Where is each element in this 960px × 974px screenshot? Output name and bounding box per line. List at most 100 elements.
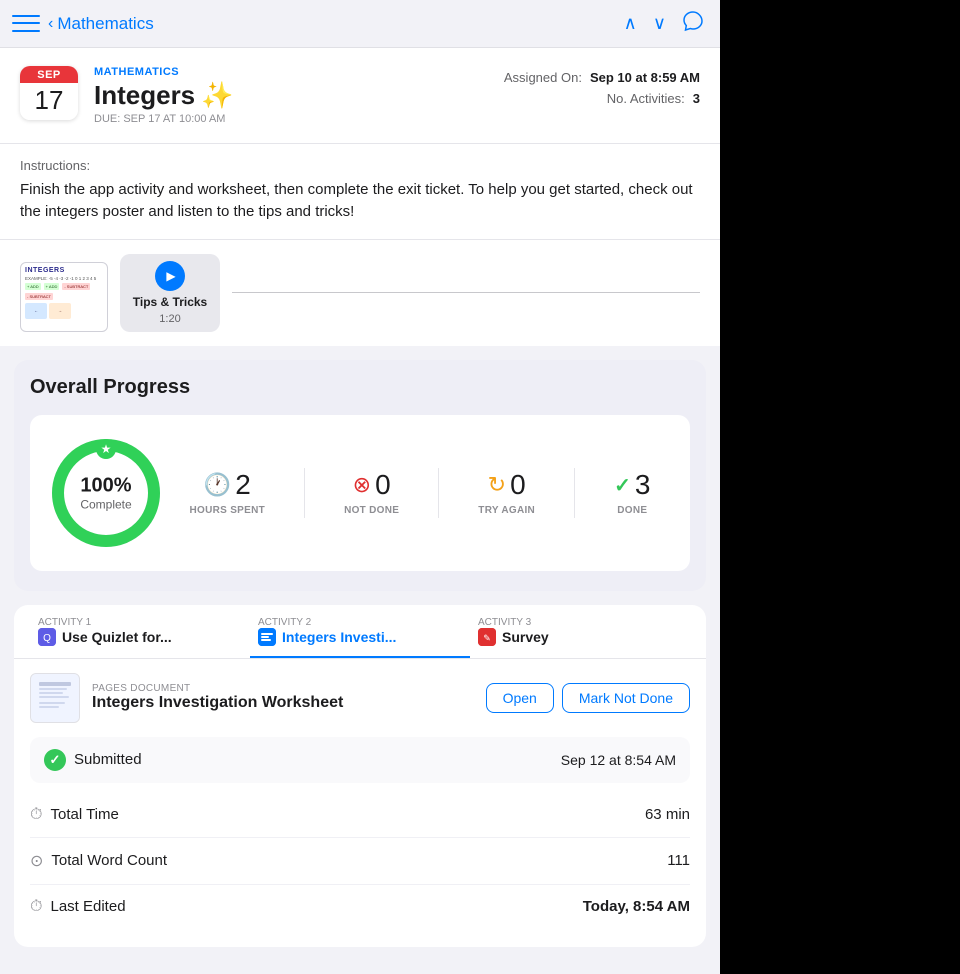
stat-divider-3	[574, 468, 575, 518]
activity-3-header: ✎ Survey	[478, 628, 549, 646]
progress-title: Overall Progress	[30, 376, 690, 399]
activity-2-icon	[258, 628, 276, 646]
activity-3-icon: ✎	[478, 628, 496, 646]
done-top: ✓ 3	[614, 469, 650, 501]
back-button[interactable]: ‹ Mathematics	[48, 14, 154, 34]
sidebar-toggle-button[interactable]	[12, 13, 40, 35]
open-button[interactable]: Open	[486, 683, 554, 713]
time-icon: ⏱	[30, 806, 42, 824]
play-button[interactable]: ▶	[155, 261, 185, 291]
activities-count-row: No. Activities: 3	[504, 91, 700, 106]
stats-row: 🕐 2 HOURS SPENT ⊗ 0 NOT DONE ↻	[166, 468, 674, 518]
nav-left: ‹ Mathematics	[12, 13, 154, 35]
activity-detail: PAGES DOCUMENT Integers Investigation Wo…	[14, 659, 706, 947]
done-icon: ✓	[614, 473, 631, 498]
document-row: PAGES DOCUMENT Integers Investigation Wo…	[30, 673, 690, 723]
try-again-icon: ↻	[488, 472, 506, 498]
last-edited-value: Today, 8:54 AM	[583, 898, 690, 915]
back-label: Mathematics	[57, 14, 153, 34]
integers-poster-thumbnail[interactable]: INTEGERS EXAMPLE: -5 -4 -3 -2 -1 0 1 2 3…	[20, 262, 108, 332]
title-text: Integers	[94, 80, 195, 111]
progress-section: Overall Progress ★ 100% Complete	[14, 360, 706, 591]
activity-tabs: ACTIVITY 1 Q Use Quizlet for... ACTIVITY…	[14, 605, 706, 659]
nav-right: ∧ ∨	[624, 10, 704, 37]
done-label: DONE	[614, 505, 650, 516]
document-type: PAGES DOCUMENT	[92, 683, 474, 694]
calendar-icon: SEP 17	[20, 66, 78, 120]
activities-value: 3	[693, 91, 700, 106]
try-again-stat: ↻ 0 TRY AGAIN	[470, 469, 543, 516]
tips-tricks-video[interactable]: ▶ Tips & Tricks 1:20	[120, 254, 220, 332]
assigned-value: Sep 10 at 8:59 AM	[590, 70, 700, 85]
last-edited-row: ⏱ Last Edited Today, 8:54 AM	[30, 885, 690, 929]
subject-label: MATHEMATICS	[94, 66, 488, 78]
calendar-month: SEP	[20, 66, 78, 83]
stat-divider-2	[438, 468, 439, 518]
not-done-value: 0	[375, 469, 391, 501]
sparkle-icon: ✨	[201, 80, 233, 111]
main-panel: ‹ Mathematics ∧ ∨ SEP 17 MATHEMATICS Int…	[0, 0, 720, 974]
activity-tab-3[interactable]: ACTIVITY 3 ✎ Survey	[470, 617, 690, 658]
document-info: PAGES DOCUMENT Integers Investigation Wo…	[92, 683, 474, 712]
svg-text:Q: Q	[43, 633, 51, 644]
total-time-row: ⏱ Total Time 63 min	[30, 793, 690, 838]
back-chevron-icon: ‹	[48, 15, 53, 33]
activity-2-title: Integers Investi...	[282, 629, 396, 645]
done-value: 3	[635, 469, 651, 501]
submitted-dot: ✓	[44, 749, 66, 771]
assigned-label: Assigned On:	[504, 70, 582, 85]
document-thumbnail	[30, 673, 80, 723]
instructions-text: Finish the app activity and worksheet, t…	[20, 179, 700, 223]
submitted-date: Sep 12 at 8:54 AM	[561, 752, 676, 768]
not-done-stat: ⊗ 0 NOT DONE	[336, 469, 407, 516]
activity-1-title: Use Quizlet for...	[62, 629, 172, 645]
activity-2-num: ACTIVITY 2	[258, 617, 311, 628]
due-date: DUE: SEP 17 AT 10:00 AM	[94, 113, 488, 125]
svg-text:✎: ✎	[483, 633, 491, 643]
video-title: Tips & Tricks	[133, 295, 207, 309]
clock-icon: 🕐	[204, 472, 231, 498]
donut-percent: 100%	[80, 474, 131, 497]
activity-3-title: Survey	[502, 629, 549, 645]
not-done-label: NOT DONE	[344, 505, 399, 516]
hours-spent-label: HOURS SPENT	[190, 505, 266, 516]
total-time-left: ⏱ Total Time	[30, 806, 119, 824]
submitted-checkmark: ✓	[50, 752, 61, 768]
comment-icon[interactable]	[682, 10, 704, 37]
assignment-info: MATHEMATICS Integers ✨ DUE: SEP 17 AT 10…	[94, 66, 488, 125]
stat-divider-1	[304, 468, 305, 518]
last-edited-icon: ⏱	[30, 898, 42, 916]
word-count-left: ⊙ Total Word Count	[30, 851, 167, 871]
down-arrow-icon[interactable]: ∨	[653, 13, 666, 34]
info-list: ⏱ Total Time 63 min ⊙ Total Word Count 1…	[30, 793, 690, 933]
activity-3-num: ACTIVITY 3	[478, 617, 531, 628]
not-done-icon: ⊗	[353, 472, 371, 498]
document-title: Integers Investigation Worksheet	[92, 694, 474, 712]
activity-tab-2[interactable]: ACTIVITY 2 Integers Investi...	[250, 617, 470, 658]
total-time-label: Total Time	[50, 806, 118, 823]
progress-donut: ★ 100% Complete	[46, 433, 166, 553]
attachments-row: INTEGERS EXAMPLE: -5 -4 -3 -2 -1 0 1 2 3…	[0, 239, 720, 346]
last-edited-label: Last Edited	[50, 898, 125, 915]
activity-1-icon: Q	[38, 628, 56, 646]
hours-spent-top: 🕐 2	[190, 469, 266, 501]
word-count-icon: ⊙	[30, 851, 43, 871]
done-stat: ✓ 3 DONE	[606, 469, 658, 516]
assignment-title: Integers ✨	[94, 80, 488, 111]
activities-section: ACTIVITY 1 Q Use Quizlet for... ACTIVITY…	[14, 605, 706, 947]
up-arrow-icon[interactable]: ∧	[624, 13, 637, 34]
mark-not-done-button[interactable]: Mark Not Done	[562, 683, 690, 713]
activities-label: No. Activities:	[607, 91, 685, 106]
try-again-top: ↻ 0	[478, 469, 535, 501]
word-count-value: 111	[667, 852, 690, 869]
not-done-top: ⊗ 0	[344, 469, 399, 501]
hours-spent-value: 2	[235, 469, 251, 501]
activity-tab-1[interactable]: ACTIVITY 1 Q Use Quizlet for...	[30, 617, 250, 658]
document-actions: Open Mark Not Done	[486, 683, 690, 713]
donut-label: Complete	[80, 497, 131, 511]
donut-center: 100% Complete	[80, 474, 131, 511]
instructions-label: Instructions:	[20, 158, 700, 173]
activity-2-header: Integers Investi...	[258, 628, 396, 646]
activity-1-header: Q Use Quizlet for...	[38, 628, 172, 646]
instructions-section: Instructions: Finish the app activity an…	[0, 143, 720, 239]
